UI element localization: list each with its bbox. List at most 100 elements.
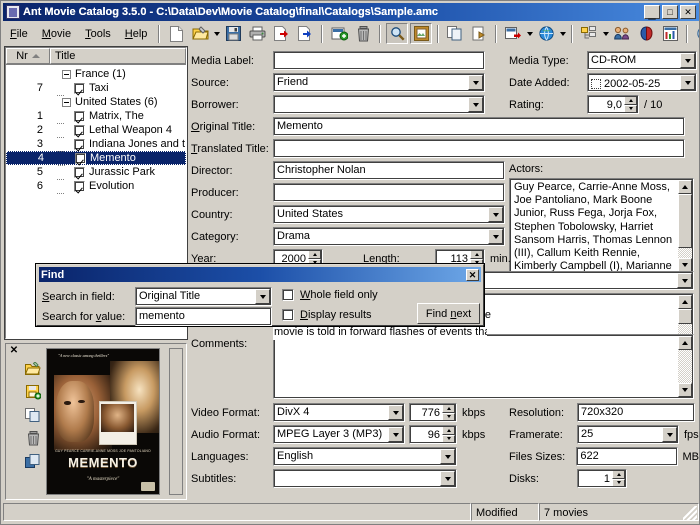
tree-item-row[interactable]: 5 Jurassic Park [6,165,186,179]
languages-combo[interactable]: English [273,447,457,466]
producer-input[interactable] [273,183,505,202]
rating-spinner[interactable]: 9,0 [587,95,639,114]
menu-tools[interactable]: Tools [78,26,118,42]
row-checkbox[interactable] [74,139,85,150]
chevron-down-icon[interactable] [440,449,455,464]
tree-item-row[interactable]: 2 Lethal Weapon 4 [6,123,186,137]
delete-picture-icon[interactable] [24,429,42,447]
new-catalog-icon[interactable] [165,23,187,44]
scroll-up-icon[interactable] [678,295,692,309]
chevron-down-icon[interactable] [388,405,403,420]
tree-item-row-selected[interactable]: 4 Memento [6,151,186,165]
print-icon[interactable] [246,23,268,44]
resolution-input[interactable]: 720x320 [577,403,695,422]
picture-panel-close-button[interactable]: ✕ [9,346,19,356]
rating-spin-buttons[interactable] [624,96,637,113]
spin-up-icon[interactable] [612,470,625,479]
minimize-button[interactable]: _ [644,5,660,19]
open-catalog-dropdown-icon[interactable] [212,23,221,44]
tree-column-title[interactable]: Title [50,48,186,64]
add-movie-icon[interactable] [328,23,350,44]
spin-down-icon[interactable] [442,413,455,422]
search-for-value-input[interactable]: memento [135,307,272,326]
tree-group-row[interactable]: United States (6) [6,95,186,109]
tree-group-row[interactable]: France (1) [6,67,186,81]
date-added-combo[interactable]: 2002-05-25 [587,73,697,92]
scrollbar-thumb[interactable] [678,194,692,248]
media-type-combo[interactable]: CD-ROM [587,51,697,70]
find-next-button[interactable]: Find next [417,303,480,324]
chevron-down-icon[interactable] [662,427,677,442]
disks-spin-buttons[interactable] [612,470,625,487]
menu-file[interactable]: FFileile [3,26,35,42]
display-results-checkbox[interactable] [282,309,294,321]
menu-help[interactable]: Help [118,26,155,42]
close-button[interactable]: ✕ [680,5,696,19]
search-in-field-combo[interactable]: Original Title [135,287,272,306]
maximize-button[interactable]: □ [662,5,678,19]
collapse-icon[interactable] [62,70,71,79]
audio-bitrate-spin-buttons[interactable] [442,426,455,443]
open-picture-icon[interactable] [24,360,42,378]
paste-picture-icon[interactable] [24,452,42,470]
audio-format-combo[interactable]: MPEG Layer 3 (MP3) [273,425,405,444]
media-label-input[interactable] [273,51,485,70]
director-input[interactable]: Christopher Nolan [273,161,505,180]
find-icon[interactable] [386,23,408,44]
stats-icon[interactable] [659,23,681,44]
chevron-down-icon[interactable] [255,289,270,304]
date-enabled-checkbox[interactable] [591,79,601,89]
scrollbar-thumb[interactable] [678,309,692,324]
subtitles-combo[interactable] [273,469,457,488]
tree-item-row[interactable]: 1 Matrix, The [6,109,186,123]
menu-movie[interactable]: Movie [35,26,78,42]
tree-item-row[interactable]: 3 Indiana Jones and t... [6,137,186,151]
spin-down-icon[interactable] [624,105,637,114]
tree-column-nr[interactable]: Nr [6,48,50,64]
chevron-down-icon[interactable] [677,273,692,288]
chevron-down-icon[interactable] [488,207,503,222]
row-checkbox[interactable] [74,111,85,122]
spin-down-icon[interactable] [442,435,455,444]
actors-listbox[interactable]: Guy Pearce, Carrie-Anne Moss, Joe Pantol… [509,178,694,274]
scroll-up-icon[interactable] [678,336,692,350]
import-icon[interactable] [270,23,292,44]
collapse-icon[interactable] [62,98,71,107]
scrollbar-track[interactable] [678,350,692,383]
export-icon[interactable] [294,23,316,44]
movie-poster-frame[interactable]: "A new classic among thrillers" GUY PEAR… [46,348,160,495]
original-title-input[interactable]: Memento [273,117,685,136]
export-html-dropdown-icon[interactable] [525,23,534,44]
spin-up-icon[interactable] [442,426,455,435]
files-sizes-input[interactable]: 622 [576,447,677,466]
tree-item-row[interactable]: 7 Taxi [6,81,186,95]
video-format-combo[interactable]: DivX 4 [273,403,405,422]
loan-icon[interactable] [635,23,657,44]
scroll-down-icon[interactable] [678,258,692,272]
picture-icon[interactable] [410,23,432,44]
paste-icon[interactable] [468,23,490,44]
help-icon[interactable]: ? [693,23,700,44]
chevron-down-icon[interactable] [680,75,695,90]
audio-bitrate-spinner[interactable]: 96 [409,425,457,444]
chevron-down-icon[interactable] [680,53,695,68]
chevron-down-icon[interactable] [468,75,483,90]
borrower-combo[interactable] [273,95,485,114]
video-bitrate-spinner[interactable]: 776 [409,403,457,422]
copy-picture-icon[interactable] [24,406,42,424]
save-catalog-icon[interactable] [222,23,244,44]
country-combo[interactable]: United States [273,205,505,224]
delete-movie-icon[interactable] [352,23,374,44]
disks-spinner[interactable]: 1 [577,469,627,488]
group-dropdown-icon[interactable] [601,23,610,44]
spin-up-icon[interactable] [308,250,321,259]
scrollbar-track[interactable] [678,248,692,258]
spin-up-icon[interactable] [442,404,455,413]
row-checkbox[interactable] [74,125,85,136]
internet-icon[interactable] [535,23,557,44]
category-combo[interactable]: Drama [273,227,505,246]
internet-dropdown-icon[interactable] [558,23,567,44]
find-dialog[interactable]: Find ✕ Search in field: Original Title S… [36,264,484,326]
group-icon[interactable] [578,23,600,44]
source-combo[interactable]: Friend [273,73,485,92]
